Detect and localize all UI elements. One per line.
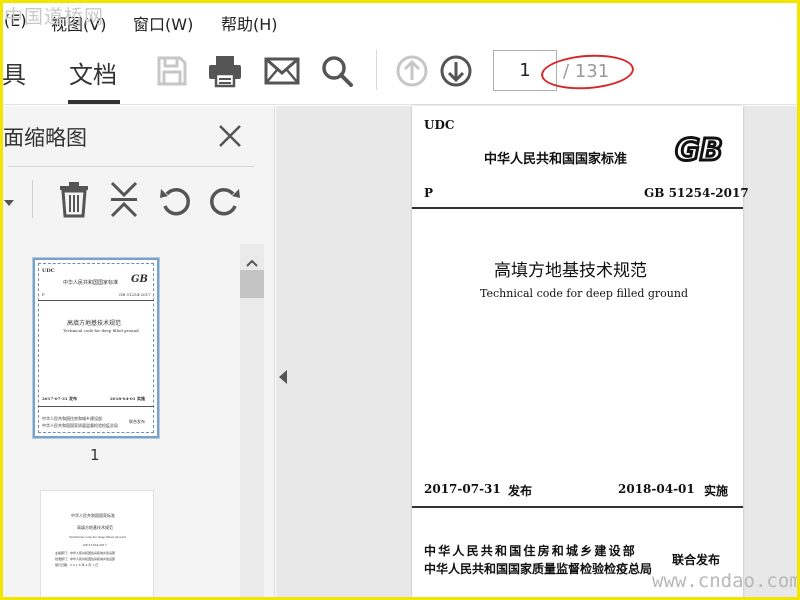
doc-code-left: P: [424, 186, 434, 200]
doc-issue-date: 2017-07-31: [424, 482, 501, 496]
tab-document[interactable]: 文档: [69, 55, 117, 90]
thumb2-title: 高填方地基技术规范: [77, 525, 113, 530]
doc-joint-release: 联合发布: [672, 553, 721, 567]
cut-icon[interactable]: [108, 180, 140, 218]
doc-issue-label: 发布: [508, 484, 533, 498]
panel-divider: [8, 166, 254, 167]
thumbnail-page-number: 1: [90, 446, 100, 464]
search-icon[interactable]: [317, 51, 357, 91]
thumb-gb-logo: GB: [131, 274, 148, 285]
thumb2-header: 中华人民共和国国家标准: [71, 513, 115, 518]
print-icon[interactable]: [205, 51, 245, 91]
toolbar-separator: [376, 50, 377, 90]
page-thumbnail-2[interactable]: 中华人民共和国国家标准 高填方地基技术规范 Technical code for…: [40, 490, 154, 600]
page-up-icon[interactable]: [392, 51, 432, 91]
thumb-publisher-2: 中华人民共和国国家质量监督检验检疫总局: [42, 423, 118, 428]
thumb2-line-2: 批准部门：中华人民共和国住房和城乡建设部: [55, 557, 116, 561]
thumb-issue-date: 2017-07-31 发布: [42, 396, 77, 401]
thumb2-subtitle: Technical code for deep filled ground: [69, 535, 126, 539]
save-icon[interactable]: [152, 51, 192, 91]
tab-tools[interactable]: 工具: [0, 55, 26, 90]
doc-rule-bottom: [412, 506, 743, 508]
thumb-code-right: GB 51254-2017: [119, 292, 151, 297]
collapse-panel-icon[interactable]: [279, 370, 287, 384]
doc-title: 高填方地基技术规范: [494, 261, 647, 281]
thumbnail-scrollbar[interactable]: [240, 244, 264, 600]
thumb-subtitle: Technical code for deep filled ground: [63, 328, 139, 333]
page-down-icon[interactable]: [436, 51, 476, 91]
rotate-left-icon[interactable]: [158, 184, 192, 218]
rotate-right-icon[interactable]: [208, 184, 242, 218]
menu-help[interactable]: 帮助(H): [221, 11, 278, 35]
doc-impl-date: 2018-04-01: [618, 482, 695, 496]
scroll-up-icon[interactable]: [246, 252, 258, 271]
thumb-impl-date: 2018-04-01 实施: [110, 396, 145, 401]
watermark-top: 中国道桥网: [4, 6, 105, 28]
trash-icon[interactable]: [57, 180, 91, 218]
thumb2-line-1: 主编部门：中华人民共和国住房和城乡建设部: [55, 551, 116, 555]
gb-logo-text: GB: [675, 133, 723, 166]
doc-header: 中华人民共和国国家标准: [484, 152, 628, 167]
panel-title: 页面缩略图: [0, 126, 87, 150]
thumb-title: 高填方地基技术规范: [67, 320, 122, 327]
thumb2-line-3: 施行日期：2 0 1 8 年 4 月 1 日: [55, 563, 99, 567]
close-icon[interactable]: [216, 122, 244, 150]
doc-publisher-2: 中华人民共和国国家质量监督检验检疫总局: [424, 562, 653, 576]
active-tab-indicator: [68, 100, 120, 104]
doc-rule-top: [412, 207, 743, 209]
thumb-code-left: P: [42, 292, 45, 297]
mail-icon[interactable]: [262, 51, 302, 91]
document-page: UDC 中华人民共和国国家标准 GB P GB 51254-2017 高填方地基…: [412, 106, 749, 600]
doc-subtitle: Technical code for deep filled ground: [480, 287, 689, 300]
page-thumbnail-1[interactable]: UDC 中华人民共和国国家标准 GB P GB 51254-2017 高填方地基…: [33, 258, 159, 438]
menu-window[interactable]: 窗口(W): [133, 11, 193, 35]
doc-code-right: GB 51254-2017: [644, 186, 749, 200]
thumb2-code: GB 51254-2017: [83, 543, 107, 547]
dropdown-icon[interactable]: [2, 194, 16, 208]
thumb-joint: 联合发布: [129, 419, 145, 424]
doc-publisher-1: 中华人民共和国住房和城乡建设部: [424, 544, 638, 558]
doc-impl-label: 实施: [704, 484, 729, 498]
thumb-header: 中华人民共和国国家标准: [63, 280, 119, 286]
thumb-publisher-1: 中华人民共和国住房和城乡建设部: [42, 416, 102, 421]
thumb-udc: UDC: [42, 268, 55, 274]
thumbnail-selection-border: [38, 263, 154, 433]
menu-bar: (E) 视图(V) 窗口(W) 帮助(H): [0, 3, 800, 37]
doc-udc: UDC: [424, 118, 455, 132]
panel-separator: [32, 180, 33, 218]
gb-logo: GB: [668, 132, 730, 170]
scroll-thumb[interactable]: [240, 270, 264, 298]
watermark-bottom: www.cndao.com: [652, 570, 800, 592]
